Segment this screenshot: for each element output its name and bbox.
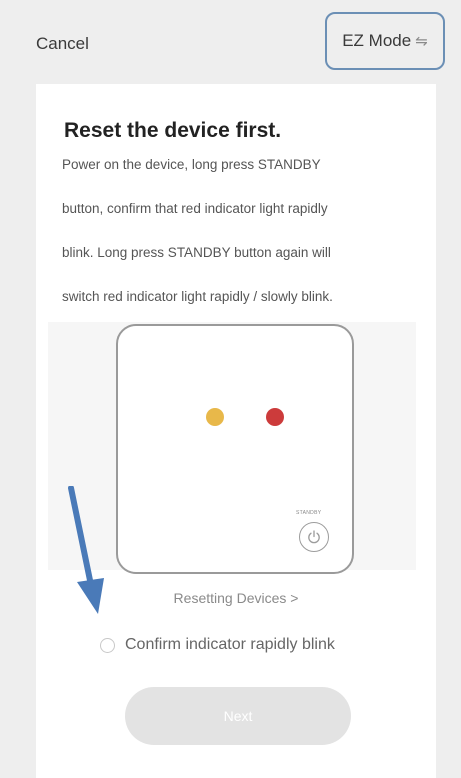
reset-card: Reset the device first. Power on the dev… (36, 84, 436, 778)
power-icon (299, 522, 329, 552)
yellow-indicator-light (206, 408, 224, 426)
instruction-line: Power on the device, long press STANDBY (62, 157, 321, 172)
instruction-line: blink. Long press STANDBY button again w… (62, 245, 331, 260)
device-outline: STANDBY (116, 324, 354, 574)
ez-mode-label: EZ Mode (342, 31, 412, 50)
instruction-line: button, confirm that red indicator light… (62, 201, 328, 216)
switch-mode-icon: ⇋ (415, 33, 428, 50)
confirm-label: Confirm indicator rapidly blink (125, 636, 335, 653)
red-indicator-light (266, 408, 284, 426)
annotation-arrow-icon (68, 486, 104, 614)
confirm-checkbox-row[interactable]: Confirm indicator rapidly blink (100, 636, 335, 654)
top-bar: Cancel EZ Mode ⇋ (0, 0, 461, 80)
standby-label: STANDBY (296, 510, 322, 516)
page-title: Reset the device first. (64, 119, 282, 142)
power-symbol (308, 530, 320, 544)
cancel-button[interactable]: Cancel (36, 34, 89, 54)
next-button[interactable]: Next (125, 687, 351, 745)
instructions-text: Power on the device, long press STANDBY … (62, 152, 432, 328)
ez-mode-button[interactable]: EZ Mode ⇋ (325, 12, 445, 70)
confirm-radio[interactable] (100, 637, 115, 653)
